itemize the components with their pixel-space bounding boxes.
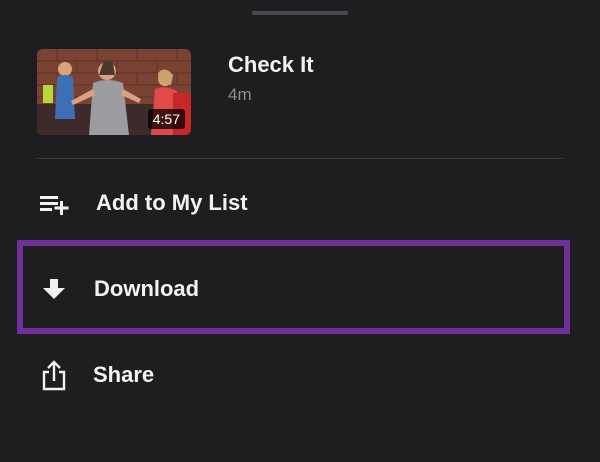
download-label: Download: [94, 276, 200, 301]
add-to-my-list-label: Add to My List: [96, 190, 248, 215]
share-icon: [36, 357, 72, 393]
add-to-list-icon: [36, 185, 72, 221]
share-label: Share: [93, 362, 155, 387]
add-to-my-list-button[interactable]: Add to My List: [0, 173, 600, 233]
sheet-grabber-handle[interactable]: [252, 11, 348, 15]
video-length: 4m: [228, 85, 252, 104]
video-thumbnail[interactable]: 4:57: [37, 49, 191, 135]
action-sheet: 4:57 Check It 4m Add to My List Download: [0, 0, 600, 462]
share-button[interactable]: Share: [0, 345, 600, 405]
download-arrow-icon: [36, 271, 72, 307]
video-title: Check It: [228, 52, 314, 77]
duration-badge: 4:57: [147, 109, 185, 129]
download-button[interactable]: Download: [0, 259, 600, 319]
header-divider: [37, 158, 563, 159]
video-header: 4:57 Check It 4m: [37, 49, 563, 135]
